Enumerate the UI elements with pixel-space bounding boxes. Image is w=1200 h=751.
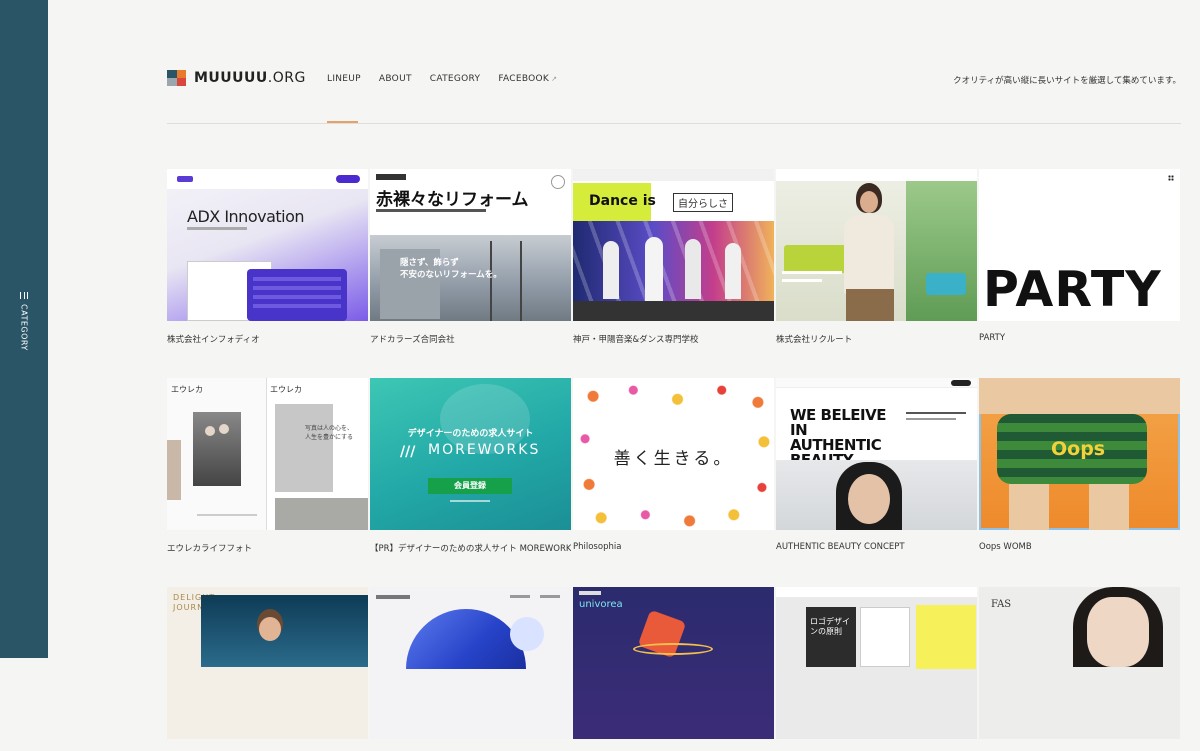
site-thumbnail[interactable]: Oops (979, 378, 1180, 530)
site-thumbnail[interactable]: エウレカ エウレカ 写真は人の心を、 人生を豊かにする (167, 378, 368, 530)
site-card[interactable]: エウレカ エウレカ 写真は人の心を、 人生を豊かにする エウレカライフフォト (167, 378, 368, 554)
site-card-caption: Oops WOMB (979, 542, 1032, 552)
nav-lineup[interactable]: LINEUP (327, 74, 361, 84)
site-card-caption: Philosophia (573, 542, 622, 552)
thumb-headline: univorea (579, 599, 623, 610)
site-card-caption: AUTHENTIC BEAUTY CONCEPT (776, 542, 905, 552)
site-thumbnail[interactable] (776, 169, 977, 321)
site-card[interactable]: Oops Oops WOMB (979, 378, 1180, 552)
site-tagline: クオリティが高い縦に長いサイトを厳選して集めています。 (953, 76, 1181, 86)
site-thumbnail[interactable]: PARTY (979, 169, 1180, 321)
site-thumbnail[interactable]: WE BELEIVE IN AUTHENTIC BEAUTY (776, 378, 977, 530)
thumb-headline: WE BELEIVE IN AUTHENTIC BEAUTY (790, 406, 886, 468)
site-card[interactable]: デザイナーのための求人サイト /// MOREWORKS 会員登録 【PR】デザ… (370, 378, 571, 554)
nav-about[interactable]: ABOUT (379, 74, 412, 84)
site-thumbnail[interactable]: univorea (573, 587, 774, 739)
thumb-headline: FAS (991, 599, 1012, 610)
site-card[interactable]: 善く生きる。 Philosophia (573, 378, 774, 552)
logo-mark-icon (167, 70, 186, 86)
site-card-caption: 神戸・甲陽音楽&ダンス専門学校 (573, 335, 699, 345)
site-card[interactable]: ロゴデザインの原則 (776, 587, 977, 751)
logo-text: MUUUUU.ORG (194, 70, 306, 86)
site-card[interactable]: 赤裸々なリフォーム 隠さず、飾らず 不安のないリフォームを。 アドカラーズ合同会… (370, 169, 571, 345)
nav-facebook-label: FACEBOOK (498, 74, 550, 84)
thumb-headline: MOREWORKS (428, 442, 541, 458)
site-card-caption: 株式会社リクルート (776, 335, 853, 345)
external-link-icon: ↗ (551, 75, 558, 83)
site-card[interactable]: univorea (573, 587, 774, 751)
thumb-headline: 赤裸々なリフォーム (376, 190, 529, 210)
thumb-headline: Oops (1051, 438, 1106, 460)
site-thumbnail[interactable]: FAS (979, 587, 1180, 739)
category-sidebar[interactable]: CATEGORY (0, 0, 48, 658)
sidebar-label: CATEGORY (19, 304, 29, 351)
thumb-subline: 自分らしさ (673, 193, 733, 212)
site-card-caption: PARTY (979, 333, 1006, 343)
thumb-headline: Dance is (589, 193, 656, 209)
sidebar-category-toggle[interactable]: CATEGORY (13, 292, 35, 352)
site-card[interactable]: DELIGHT JOURNEY (167, 587, 368, 751)
site-card[interactable]: WE BELEIVE IN AUTHENTIC BEAUTY AUTHENTIC… (776, 378, 977, 552)
site-thumbnail[interactable]: デザイナーのための求人サイト /// MOREWORKS 会員登録 (370, 378, 571, 530)
site-thumbnail[interactable]: 赤裸々なリフォーム 隠さず、飾らず 不安のないリフォームを。 (370, 169, 571, 321)
site-thumbnail[interactable]: Dance is 自分らしさ (573, 169, 774, 321)
site-card-caption: 株式会社インフォディオ (167, 335, 260, 345)
site-header: MUUUUU.ORG LINEUP ABOUT CATEGORY FACEBOO… (167, 0, 1181, 124)
site-card[interactable]: ADX Innovation 株式会社インフォディオ (167, 169, 368, 345)
site-card[interactable]: Dance is 自分らしさ 神戸・甲陽音楽&ダンス専門学校 (573, 169, 774, 345)
grid-icon (1168, 175, 1174, 181)
thumb-headline: PARTY (983, 261, 1162, 318)
site-thumbnail[interactable]: 善く生きる。 (573, 378, 774, 530)
nav-facebook[interactable]: FACEBOOK ↗ (498, 74, 557, 84)
site-card-caption: アドカラーズ合同会社 (370, 335, 455, 345)
site-card[interactable]: PARTY PARTY (979, 169, 1180, 343)
main-nav: LINEUP ABOUT CATEGORY FACEBOOK ↗ (327, 74, 575, 84)
thumb-subline: 隠さず、飾らず 不安のないリフォームを。 (400, 258, 502, 280)
site-thumbnail[interactable]: ロゴデザインの原則 (776, 587, 977, 739)
thumb-headline: 写真は人の心を、 人生を豊かにする (305, 425, 354, 441)
site-card[interactable] (370, 587, 571, 751)
site-card[interactable]: FAS (979, 587, 1180, 751)
thumb-headline: ロゴデザインの原則 (810, 617, 850, 636)
site-thumbnail[interactable]: DELIGHT JOURNEY (167, 587, 368, 739)
site-thumbnail[interactable] (370, 587, 571, 739)
nav-category[interactable]: CATEGORY (430, 74, 481, 84)
thumb-subline: デザイナーのための求人サイト (407, 429, 534, 439)
logo-text-rest: .ORG (267, 70, 306, 86)
thumb-headline: 善く生きる。 (613, 449, 734, 469)
nav-active-indicator (327, 121, 358, 123)
site-logo[interactable]: MUUUUU.ORG (167, 70, 306, 86)
logo-text-bold: MUUUUU (194, 70, 268, 86)
thumb-button: 会員登録 (428, 478, 512, 494)
site-card-caption: エウレカライフフォト (167, 544, 253, 554)
thumb-headline: ADX Innovation (187, 207, 305, 226)
site-thumbnail[interactable]: ADX Innovation (167, 169, 368, 321)
site-card-caption: 【PR】デザイナーのための求人サイト MOREWORKS (370, 544, 571, 554)
menu-icon (20, 292, 28, 299)
site-card[interactable]: 株式会社リクルート (776, 169, 977, 345)
